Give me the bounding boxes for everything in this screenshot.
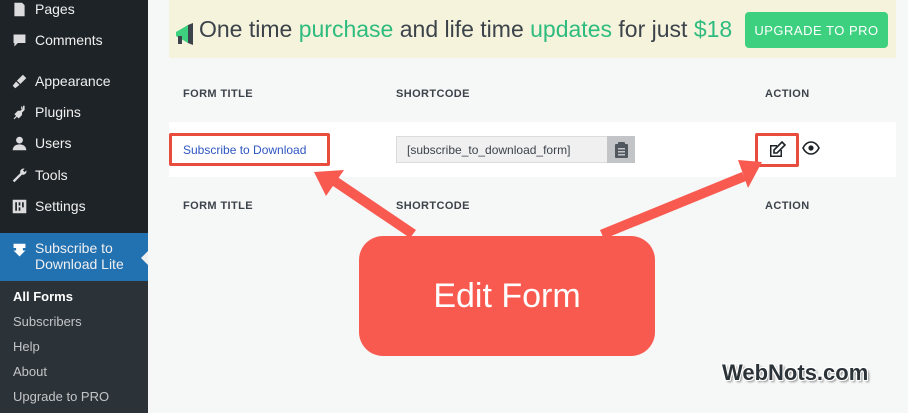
sidebar-item-comments[interactable]: Comments bbox=[0, 27, 148, 53]
header-shortcode: SHORTCODE bbox=[396, 88, 470, 100]
footer-action: ACTION bbox=[765, 200, 810, 212]
shortcode-field[interactable]: [subscribe_to_download_form] bbox=[396, 136, 609, 163]
users-icon bbox=[9, 133, 29, 153]
edit-form-button[interactable] bbox=[755, 133, 799, 167]
sidebar-item-plugins[interactable]: Plugins bbox=[0, 99, 148, 125]
table-row: Subscribe to Download [subscribe_to_down… bbox=[169, 122, 896, 177]
edit-icon bbox=[770, 141, 786, 157]
form-title-link[interactable]: Subscribe to Download bbox=[183, 143, 306, 157]
tools-icon bbox=[9, 165, 29, 185]
sidebar-item-tools[interactable]: Tools bbox=[0, 162, 148, 188]
download-icon bbox=[9, 240, 29, 260]
clipboard-icon bbox=[614, 141, 628, 158]
header-action: ACTION bbox=[765, 88, 810, 100]
sidebar-item-subscribe-to-download[interactable]: Subscribe to Download Lite bbox=[0, 233, 149, 281]
pages-icon bbox=[9, 0, 29, 19]
megaphone-icon bbox=[176, 23, 193, 45]
sidebar-item-settings[interactable]: Settings bbox=[0, 193, 148, 219]
active-item-label-line1: Subscribe to bbox=[35, 240, 113, 256]
submenu: All Forms Subscribers Help About Upgrade… bbox=[0, 281, 148, 413]
active-item-label-line2: Download Lite bbox=[35, 256, 124, 272]
banner-text: One time purchase and life time updates … bbox=[199, 16, 733, 42]
edit-form-callout: Edit Form bbox=[359, 236, 655, 356]
submenu-subscribers[interactable]: Subscribers bbox=[13, 314, 82, 329]
settings-icon bbox=[9, 196, 29, 216]
sidebar-item-users[interactable]: Users bbox=[0, 130, 148, 156]
submenu-upgrade-to-pro[interactable]: Upgrade to PRO bbox=[13, 389, 109, 404]
header-form-title: FORM TITLE bbox=[183, 88, 253, 100]
sidebar-item-appearance[interactable]: Appearance bbox=[0, 68, 148, 94]
admin-sidebar: Pages Comments Appearance Plugins Users … bbox=[0, 0, 149, 413]
webnots-watermark: WebNots.com bbox=[722, 360, 869, 385]
footer-shortcode: SHORTCODE bbox=[396, 200, 470, 212]
comments-icon bbox=[9, 30, 29, 50]
sidebar-item-pages[interactable]: Pages bbox=[0, 0, 148, 22]
upgrade-banner: One time purchase and life time updates … bbox=[169, 0, 896, 58]
copy-shortcode-button[interactable] bbox=[607, 136, 635, 163]
eye-icon[interactable] bbox=[802, 141, 820, 155]
plugins-icon bbox=[9, 102, 29, 122]
submenu-all-forms[interactable]: All Forms bbox=[13, 289, 73, 304]
footer-form-title: FORM TITLE bbox=[183, 200, 253, 212]
submenu-about[interactable]: About bbox=[13, 364, 47, 379]
appearance-icon bbox=[9, 71, 29, 91]
upgrade-to-pro-button[interactable]: UPGRADE TO PRO bbox=[745, 12, 888, 48]
submenu-help[interactable]: Help bbox=[13, 339, 40, 354]
